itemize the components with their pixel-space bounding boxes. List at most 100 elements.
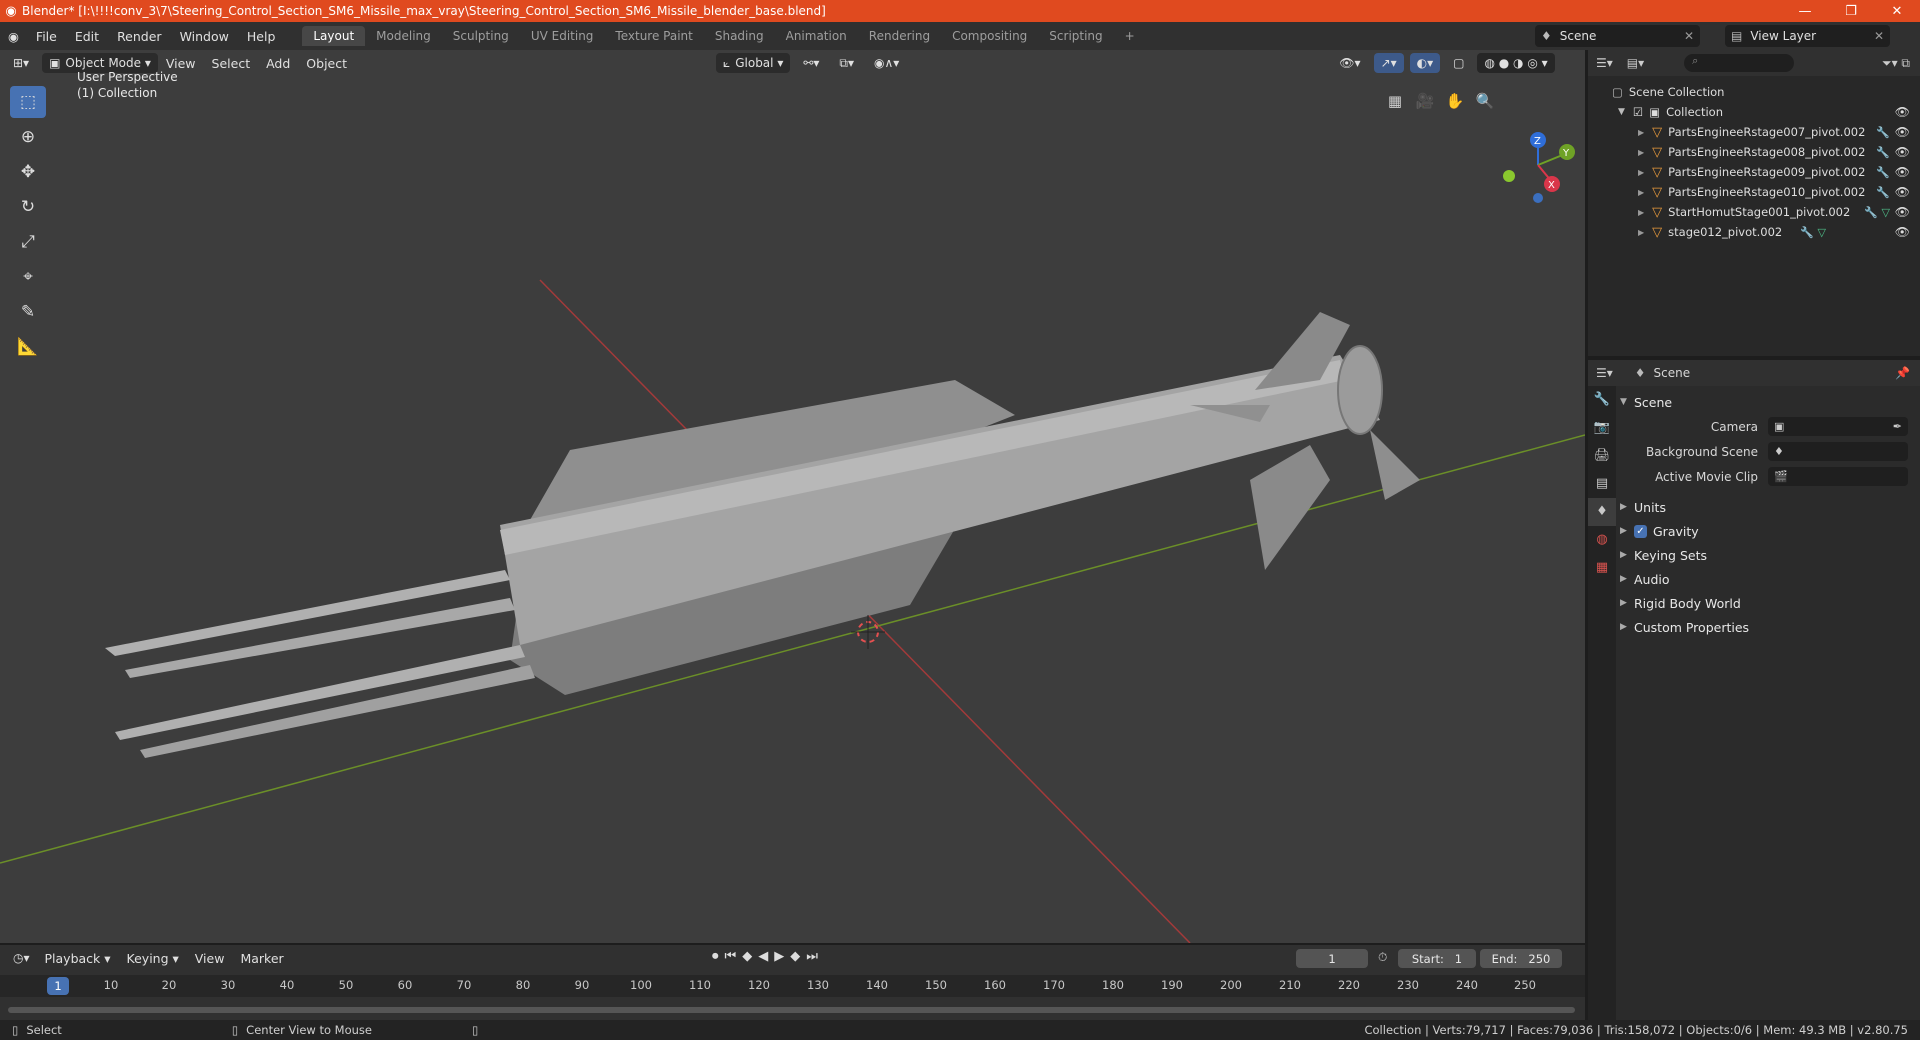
expand-icon[interactable]: ▶ bbox=[1638, 188, 1644, 197]
add-workspace-icon[interactable]: + bbox=[1114, 26, 1146, 46]
blender-menu-icon[interactable]: ◉ bbox=[0, 29, 27, 44]
timeline-menu-keying[interactable]: Keying ▾ bbox=[119, 951, 187, 966]
tab-animation[interactable]: Animation bbox=[775, 26, 858, 46]
filter-icon[interactable]: ⏷▾ ⧉ bbox=[1882, 56, 1910, 71]
jump-end-icon[interactable]: ⏭ bbox=[806, 949, 818, 964]
camera-field[interactable]: ▣ ✒ bbox=[1768, 417, 1908, 436]
play-icon[interactable]: ▶ bbox=[774, 949, 784, 964]
expand-icon[interactable]: ▶ bbox=[1638, 128, 1644, 137]
collection-checkbox[interactable]: ☑ bbox=[1633, 105, 1643, 119]
toggle-perspective-icon[interactable]: ▦ bbox=[1380, 86, 1410, 116]
visibility-eye-icon[interactable]: 👁 bbox=[1895, 225, 1910, 239]
tab-rendering[interactable]: Rendering bbox=[858, 26, 941, 46]
maximize-button[interactable]: ❐ bbox=[1828, 4, 1874, 19]
frame-ruler[interactable]: 1 10 20 30 40 50 60 70 80 90 100 110 120… bbox=[0, 975, 1585, 997]
outliner-editor-type-icon[interactable]: ☰▾ bbox=[1596, 56, 1613, 70]
output-tab-icon[interactable]: 🖨 bbox=[1588, 442, 1616, 470]
pin-icon[interactable]: 📌 bbox=[1895, 366, 1910, 380]
gravity-panel-header[interactable]: ▶ ✓ Gravity bbox=[1620, 519, 1916, 543]
tab-scripting[interactable]: Scripting bbox=[1038, 26, 1113, 46]
record-icon[interactable]: ⏺ bbox=[712, 949, 719, 964]
custom-properties-panel-header[interactable]: ▶ Custom Properties bbox=[1620, 615, 1916, 639]
current-frame-field[interactable]: 1 bbox=[1296, 949, 1368, 968]
editor-type-button[interactable]: ⊞▾ bbox=[6, 53, 36, 73]
texture-tab-icon[interactable]: ▦ bbox=[1588, 554, 1616, 582]
outliner-search-input[interactable]: ⌕ bbox=[1684, 54, 1795, 72]
measure-tool-icon[interactable]: 📐 bbox=[10, 331, 46, 363]
camera-view-icon[interactable]: 🎥 bbox=[1410, 86, 1440, 116]
viewport-menu-view[interactable]: View bbox=[158, 56, 204, 71]
menu-render[interactable]: Render bbox=[108, 29, 171, 44]
audio-panel-header[interactable]: ▶ Audio bbox=[1620, 567, 1916, 591]
display-mode-icon[interactable]: ▤▾ bbox=[1627, 56, 1644, 70]
close-view-layer-icon[interactable]: ✕ bbox=[1874, 29, 1884, 43]
menu-edit[interactable]: Edit bbox=[66, 29, 108, 44]
menu-window[interactable]: Window bbox=[171, 29, 238, 44]
outliner-item[interactable]: ▶ ▽ PartsEngineeRstage008_pivot.002 🔧 👁 bbox=[1588, 142, 1920, 162]
transform-tool-icon[interactable]: ⌖ bbox=[10, 261, 46, 293]
expand-collection-icon[interactable]: ▼ bbox=[1618, 107, 1625, 117]
visibility-eye-icon[interactable]: 👁 bbox=[1895, 145, 1910, 159]
collection-eye-icon[interactable]: 👁 bbox=[1895, 105, 1910, 119]
expand-icon[interactable]: ▶ bbox=[1638, 228, 1644, 237]
tab-sculpting[interactable]: Sculpting bbox=[442, 26, 520, 46]
visibility-eye-icon[interactable]: 👁 bbox=[1895, 125, 1910, 139]
close-button[interactable]: ✕ bbox=[1874, 4, 1920, 19]
proportional-edit-button[interactable]: ◉∧▾ bbox=[867, 53, 906, 73]
timeline-menu-marker[interactable]: Marker bbox=[232, 951, 291, 966]
scene-collection-row[interactable]: ▢ Scene Collection bbox=[1588, 82, 1920, 102]
select-box-tool-icon[interactable]: ⬚ bbox=[10, 86, 46, 118]
collection-row[interactable]: ▼ ☑ ▣ Collection 👁 bbox=[1588, 102, 1920, 122]
outliner-item[interactable]: ▶ ▽ PartsEngineeRstage007_pivot.002 🔧 👁 bbox=[1588, 122, 1920, 142]
rotate-tool-icon[interactable]: ↻ bbox=[10, 191, 46, 223]
minimize-button[interactable]: — bbox=[1782, 4, 1828, 19]
visibility-eye-icon[interactable]: 👁 bbox=[1895, 185, 1910, 199]
expand-icon[interactable]: ▶ bbox=[1638, 168, 1644, 177]
play-reverse-icon[interactable]: ◀ bbox=[758, 949, 768, 964]
menu-help[interactable]: Help bbox=[238, 29, 285, 44]
viewport-menu-object[interactable]: Object bbox=[298, 56, 355, 71]
tab-shading[interactable]: Shading bbox=[704, 26, 775, 46]
expand-icon[interactable]: ▶ bbox=[1638, 208, 1644, 217]
cursor-tool-icon[interactable]: ⊕ bbox=[10, 121, 46, 153]
move-tool-icon[interactable]: ✥ bbox=[10, 156, 46, 188]
scene-selector[interactable]: ♦ Scene ✕ bbox=[1535, 25, 1700, 47]
pan-view-icon[interactable]: ✋ bbox=[1440, 86, 1470, 116]
scene-panel-header[interactable]: ▼ Scene bbox=[1620, 390, 1916, 414]
units-panel-header[interactable]: ▶ Units bbox=[1620, 495, 1916, 519]
world-tab-icon[interactable]: ◍ bbox=[1588, 526, 1616, 554]
tab-modeling[interactable]: Modeling bbox=[365, 26, 442, 46]
close-scene-icon[interactable]: ✕ bbox=[1684, 29, 1694, 43]
visibility-icon[interactable]: 👁▾ bbox=[1332, 53, 1367, 73]
expand-icon[interactable]: ▶ bbox=[1638, 148, 1644, 157]
scale-tool-icon[interactable]: ⤢ bbox=[10, 226, 46, 258]
timeline-menu-playback[interactable]: Playback ▾ bbox=[37, 951, 119, 966]
start-frame-field[interactable]: Start: 1 bbox=[1398, 949, 1476, 968]
active-movie-clip-field[interactable]: 🎬 bbox=[1768, 467, 1908, 486]
snap-button[interactable]: ⧉▾ bbox=[832, 53, 861, 73]
xray-toggle-icon[interactable]: ▢ bbox=[1446, 53, 1471, 73]
end-frame-field[interactable]: End: 250 bbox=[1480, 949, 1562, 968]
tab-texture-paint[interactable]: Texture Paint bbox=[604, 26, 703, 46]
annotate-tool-icon[interactable]: ✎ bbox=[10, 296, 46, 328]
visibility-eye-icon[interactable]: 👁 bbox=[1895, 165, 1910, 179]
transform-orientation[interactable]: ⟀ Global ▾ bbox=[716, 53, 791, 73]
background-scene-field[interactable]: ♦ bbox=[1768, 442, 1908, 461]
jump-start-icon[interactable]: ⏮ bbox=[725, 949, 737, 964]
view-layer-tab-icon[interactable]: ▤ bbox=[1588, 470, 1616, 498]
keying-sets-panel-header[interactable]: ▶ Keying Sets bbox=[1620, 543, 1916, 567]
gravity-checkbox[interactable]: ✓ bbox=[1634, 524, 1647, 538]
tab-compositing[interactable]: Compositing bbox=[941, 26, 1038, 46]
rigid-body-world-panel-header[interactable]: ▶ Rigid Body World bbox=[1620, 591, 1916, 615]
next-keyframe-icon[interactable]: ◆ bbox=[790, 949, 800, 964]
scene-tab-icon[interactable]: ♦ bbox=[1588, 498, 1616, 526]
view-layer-selector[interactable]: ▤ View Layer ✕ bbox=[1725, 25, 1890, 47]
prev-keyframe-icon[interactable]: ◆ bbox=[742, 949, 752, 964]
tab-layout[interactable]: Layout bbox=[302, 26, 366, 46]
tab-uv-editing[interactable]: UV Editing bbox=[520, 26, 605, 46]
outliner-item[interactable]: ▶ ▽ StartHomutStage001_pivot.002 🔧 ▽ 👁 bbox=[1588, 202, 1920, 222]
visibility-eye-icon[interactable]: 👁 bbox=[1895, 205, 1910, 219]
outliner-item[interactable]: ▶ ▽ PartsEngineeRstage010_pivot.002 🔧 👁 bbox=[1588, 182, 1920, 202]
render-tab-icon[interactable]: 📷 bbox=[1588, 414, 1616, 442]
playhead[interactable]: 1 bbox=[47, 977, 69, 995]
